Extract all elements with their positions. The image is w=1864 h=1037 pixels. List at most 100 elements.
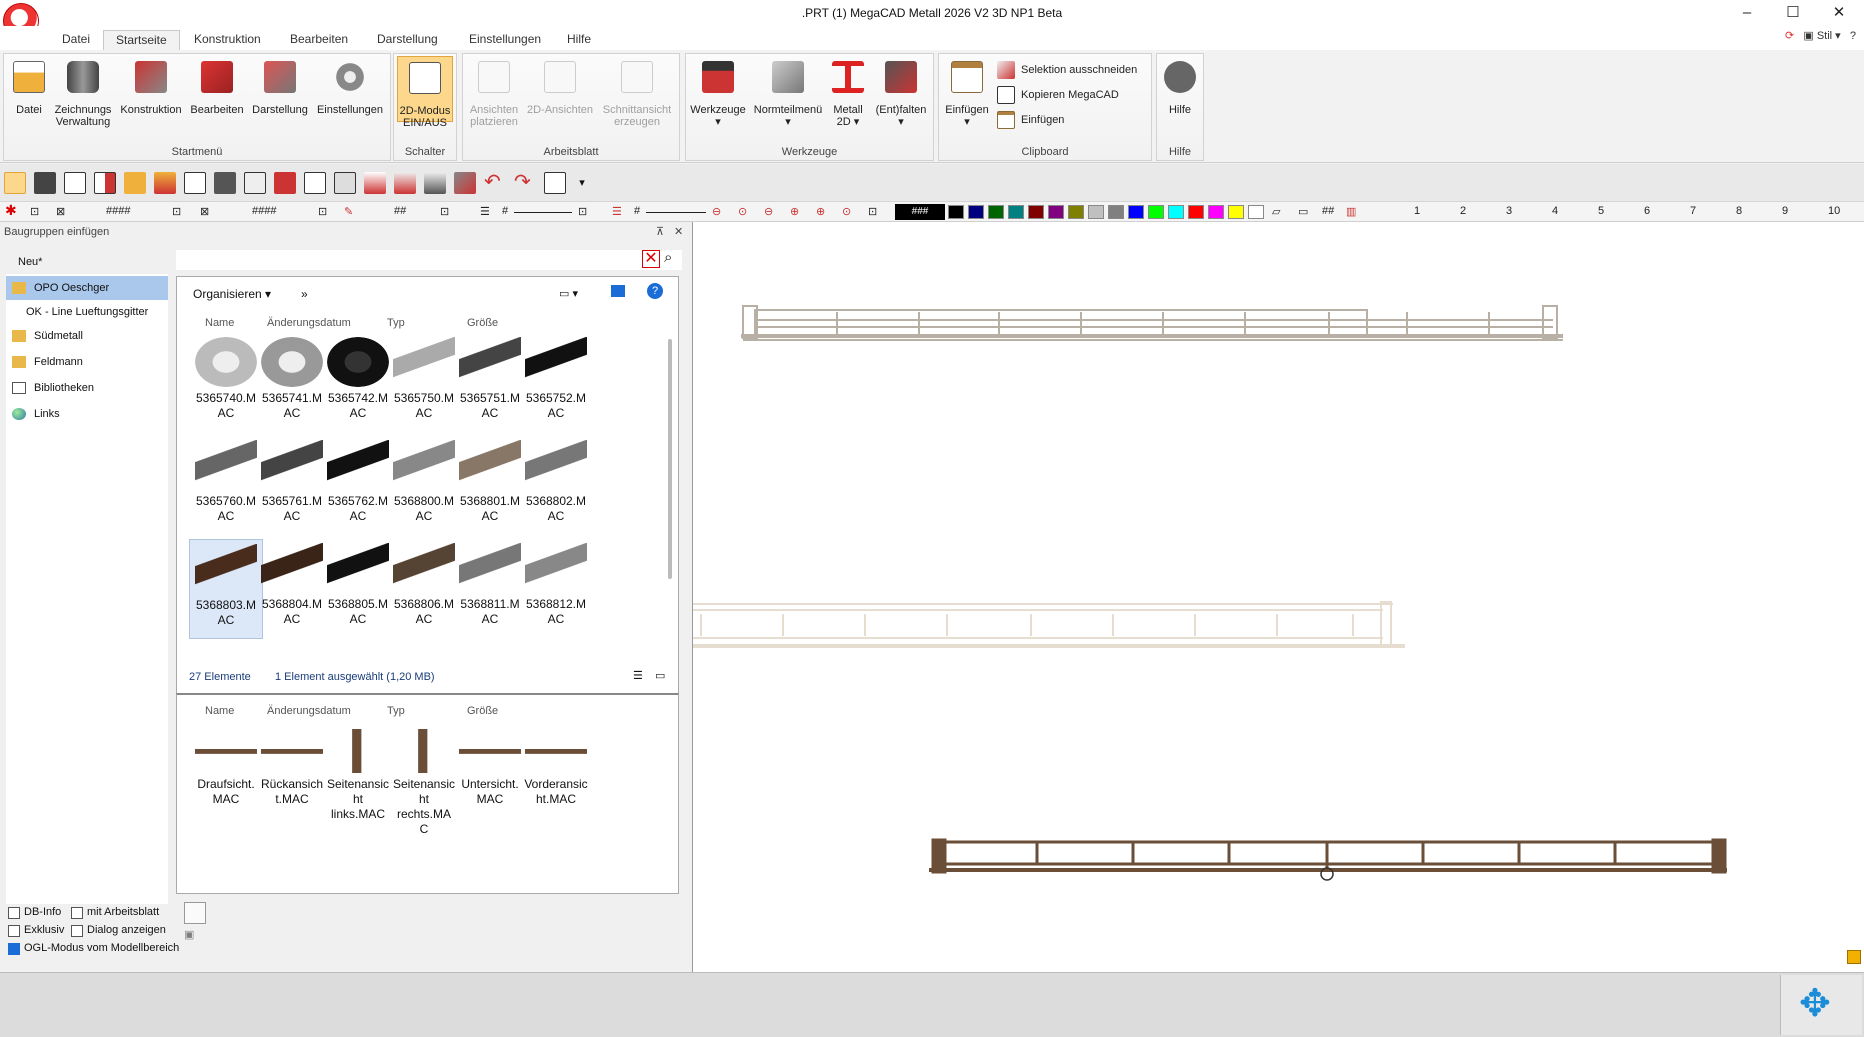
tree-item-sudmetall[interactable]: Südmetall [6, 324, 168, 348]
color-swatch-navy[interactable] [968, 205, 984, 219]
pdf-icon[interactable] [274, 172, 296, 194]
open-folder-icon[interactable] [124, 172, 146, 194]
layout-icon[interactable] [364, 172, 386, 194]
prt-icon[interactable] [184, 172, 206, 194]
pen-lock-icon[interactable]: ⊡ [318, 205, 327, 218]
file-thumb[interactable]: 5365762.M AC [321, 436, 395, 536]
color-swatch-olive[interactable] [1068, 205, 1084, 219]
file-thumb[interactable]: 5368806.M AC [387, 539, 461, 639]
pin-icon[interactable]: ⊼ [656, 222, 664, 242]
zeichnungsverwaltung-button[interactable]: Zeichnungs Verwaltung [50, 56, 116, 146]
eraser-icon[interactable]: ▱ [1272, 205, 1280, 218]
color-swatch-yellow[interactable] [1228, 205, 1244, 219]
style-label[interactable]: Stil [1817, 30, 1832, 42]
file-thumb[interactable]: 5368805.M AC [321, 539, 395, 639]
werkzeuge-button[interactable]: Werkzeuge ▾ [688, 56, 748, 146]
color-swatch-maroon[interactable] [1028, 205, 1044, 219]
bearbeiten-button[interactable]: Bearbeiten [186, 56, 248, 146]
linetype-lock-icon[interactable]: ⊡ [440, 205, 449, 218]
paste-button[interactable]: Einfügen ▾ [941, 56, 993, 146]
linewidth-icon[interactable]: ☰ [480, 205, 490, 218]
color-swatch-gray[interactable] [1108, 205, 1124, 219]
col-header-name[interactable]: Name [205, 317, 234, 329]
help-icon[interactable]: ? [647, 283, 663, 299]
metall-2d-button[interactable]: Metall 2D ▾ [828, 56, 868, 146]
color-swatch-cyan[interactable] [1168, 205, 1184, 219]
view-file-thumb[interactable]: Draufsicht. MAC [189, 725, 263, 825]
more-commands-button[interactable]: » [301, 287, 308, 301]
view-file-thumb[interactable]: Untersicht. MAC [453, 725, 527, 825]
col-header-type[interactable]: Typ [387, 705, 405, 717]
plot-icon[interactable] [544, 172, 566, 194]
tab-hilfe[interactable]: Hilfe [563, 30, 595, 50]
monitor-icon[interactable]: ▭ [1298, 205, 1308, 218]
linetype-field[interactable]: # [502, 205, 508, 217]
view-options-icon[interactable]: ▭ ▾ [559, 287, 578, 300]
organize-button[interactable]: Organisieren ▾ [193, 287, 271, 301]
zoom-in-icon[interactable]: ⊕ [790, 205, 799, 218]
hilfe-button[interactable]: Hilfe [1159, 56, 1201, 146]
database-icon[interactable] [34, 172, 56, 194]
normteilmenu-button[interactable]: Normteilmenü ▾ [748, 56, 828, 146]
help-icon[interactable]: ? [1850, 30, 1856, 42]
entfalten-button[interactable]: (Ent)falten ▾ [870, 56, 932, 146]
print-icon[interactable] [214, 172, 236, 194]
file-thumb[interactable]: 5368800.M AC [387, 436, 461, 536]
datei-button[interactable]: Datei [6, 56, 52, 146]
color-lock-icon[interactable]: ⊡ [868, 205, 877, 218]
open-recent-icon[interactable] [154, 172, 176, 194]
customize-toolbar-icon[interactable]: ▾ [576, 172, 588, 194]
table-icon[interactable] [184, 902, 206, 924]
2d-mode-toggle-button[interactable]: 2D-Modus EIN/AUS [397, 56, 453, 129]
exklusiv-checkbox[interactable]: Exklusiv [8, 924, 64, 937]
color-swatch-magenta[interactable] [1208, 205, 1224, 219]
layer-number-10[interactable]: 10 [1828, 205, 1840, 217]
view-file-thumb[interactable]: Seitenansic ht rechts.MA C [387, 725, 461, 836]
layers-palette-icon[interactable]: ▥ [1346, 205, 1356, 218]
preview-pane-icon[interactable] [611, 285, 625, 297]
search-input[interactable] [176, 250, 682, 270]
zoom-window-icon[interactable]: ⊙ [738, 205, 747, 218]
view-file-thumb[interactable]: Vorderansic ht.MAC [519, 725, 593, 825]
file-thumb[interactable]: 5368804.M AC [255, 539, 329, 639]
col-header-date[interactable]: Änderungsdatum [267, 705, 351, 717]
maximize-button[interactable]: ☐ [1770, 0, 1816, 26]
color-swatch-purple[interactable] [1048, 205, 1064, 219]
hatch-style-icon[interactable]: ☰ [612, 205, 622, 218]
layer-number-3[interactable]: 3 [1506, 205, 1512, 217]
group-lock-icon[interactable]: ⊡ [172, 205, 181, 218]
col-header-type[interactable]: Typ [387, 317, 405, 329]
zoom-all-icon[interactable]: ⊕ [816, 205, 825, 218]
file-thumb[interactable]: 5368801.M AC [453, 436, 527, 536]
cut-selection-button[interactable]: Selektion ausschneiden [995, 59, 1137, 81]
minimize-button[interactable]: – [1724, 0, 1770, 26]
file-thumb[interactable]: 5368803.M AC [189, 539, 263, 639]
file-thumb[interactable]: 5365760.M AC [189, 436, 263, 536]
ansichten-platzieren-button[interactable]: Ansichten platzieren [465, 56, 523, 146]
display-icon[interactable] [424, 172, 446, 194]
color-swatch-teal[interactable] [1008, 205, 1024, 219]
layer-number-1[interactable]: 1 [1414, 205, 1420, 217]
zoom-fit-icon[interactable]: ⊙ [842, 205, 851, 218]
konstruktion-button[interactable]: Konstruktion [114, 56, 188, 146]
tree-item-links[interactable]: Links [6, 402, 168, 426]
lock-icon[interactable]: ⊡ [30, 205, 39, 218]
snap-icon[interactable]: ✱ [5, 202, 17, 219]
layer-number-2[interactable]: 2 [1460, 205, 1466, 217]
color-swatch-white[interactable] [1248, 205, 1264, 219]
group-icon[interactable]: ⊠ [200, 205, 209, 218]
insert-button[interactable]: Einfügen [995, 109, 1064, 131]
file-thumb[interactable]: 5365741.M AC [255, 333, 329, 433]
col-header-date[interactable]: Änderungsdatum [267, 317, 351, 329]
new-file-icon[interactable] [64, 172, 86, 194]
tab-datei[interactable]: Datei [58, 30, 94, 50]
info-icon[interactable] [94, 172, 116, 194]
file-thumb[interactable]: 5365742.M AC [321, 333, 395, 433]
col-header-name[interactable]: Name [205, 705, 234, 717]
undo-icon[interactable]: ↶ [484, 172, 506, 194]
clear-search-icon[interactable]: ✕ [642, 250, 660, 268]
file-thumb[interactable]: 5365750.M AC [387, 333, 461, 433]
details-view-icon[interactable]: ☰ [633, 669, 643, 682]
file-thumb[interactable]: 5368812.M AC [519, 539, 593, 639]
file-thumb[interactable]: 5365761.M AC [255, 436, 329, 536]
